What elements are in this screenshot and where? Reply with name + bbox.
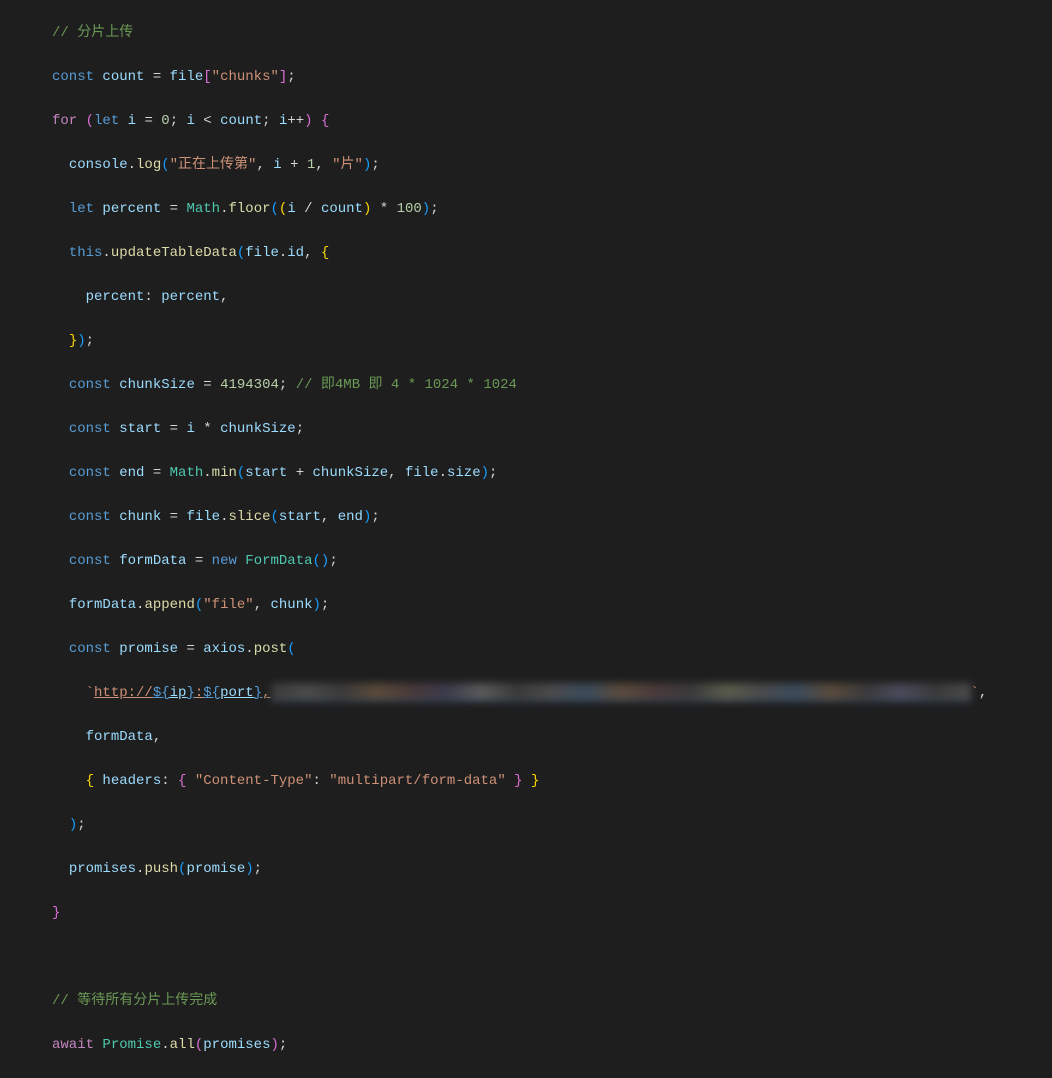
comment: // 分片上传 xyxy=(52,25,133,41)
code-line: const promise = axios.post( xyxy=(0,638,1052,660)
code-line: // 分片上传 xyxy=(0,22,1052,44)
code-line: } xyxy=(0,902,1052,924)
redacted-content xyxy=(271,683,971,701)
comment: // 等待所有分片上传完成 xyxy=(52,993,217,1009)
code-line: await Promise.all(promises); xyxy=(0,1034,1052,1056)
code-line: percent: percent, xyxy=(0,286,1052,308)
code-line: console.log("正在上传第", i + 1, "片"); xyxy=(0,154,1052,176)
code-line xyxy=(0,946,1052,968)
code-line: `http://${ip}:${port},`, xyxy=(0,682,1052,704)
code-line: }); xyxy=(0,330,1052,352)
code-line: promises.push(promise); xyxy=(0,858,1052,880)
code-line: const formData = new FormData(); xyxy=(0,550,1052,572)
code-line: formData.append("file", chunk); xyxy=(0,594,1052,616)
code-line: formData, xyxy=(0,726,1052,748)
code-line: ); xyxy=(0,814,1052,836)
code-line: const count = file["chunks"]; xyxy=(0,66,1052,88)
code-line: for (let i = 0; i < count; i++) { xyxy=(0,110,1052,132)
code-line: const end = Math.min(start + chunkSize, … xyxy=(0,462,1052,484)
code-line: // 等待所有分片上传完成 xyxy=(0,990,1052,1012)
code-line: const chunkSize = 4194304; // 即4MB 即 4 *… xyxy=(0,374,1052,396)
code-editor[interactable]: // 分片上传 const count = file["chunks"]; fo… xyxy=(0,0,1052,1078)
code-line: let percent = Math.floor((i / count) * 1… xyxy=(0,198,1052,220)
code-line: { headers: { "Content-Type": "multipart/… xyxy=(0,770,1052,792)
code-line: const chunk = file.slice(start, end); xyxy=(0,506,1052,528)
code-line: const start = i * chunkSize; xyxy=(0,418,1052,440)
code-line: this.updateTableData(file.id, { xyxy=(0,242,1052,264)
